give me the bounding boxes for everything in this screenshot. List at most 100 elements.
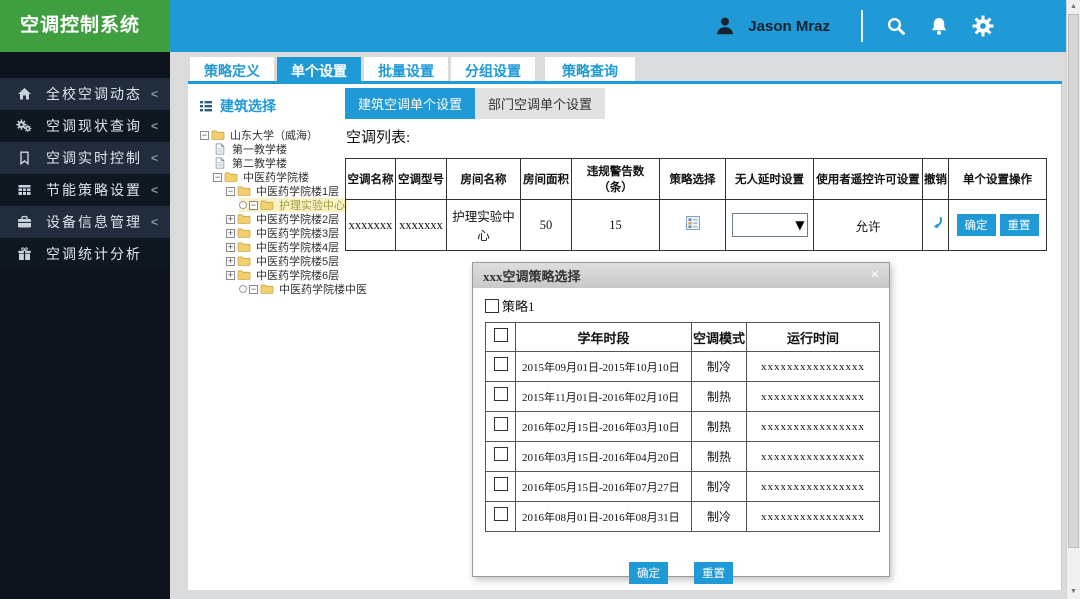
- policy1-checkbox[interactable]: [485, 298, 499, 313]
- folder-icon: [237, 241, 251, 253]
- sidebar-item-ac-statistics[interactable]: 空调统计分析: [0, 238, 170, 270]
- modal-reset-button[interactable]: 重置: [694, 562, 733, 584]
- modal-buttons: 确定 重置: [473, 562, 889, 584]
- policy-row-checkbox[interactable]: [493, 417, 508, 431]
- tree-node-9[interactable]: + 中医药学院楼5层: [226, 254, 361, 268]
- sidebar-item-device-info-management[interactable]: 设备信息管理 <: [0, 206, 170, 238]
- tree-node-6[interactable]: + 中医药学院楼2层: [226, 212, 361, 226]
- sidebar-item-label: 空调现状查询: [46, 118, 142, 134]
- list-icon: [198, 98, 214, 114]
- username: Jason Mraz: [748, 17, 830, 35]
- collapse-icon[interactable]: −: [213, 172, 222, 182]
- ac-room-cell: 护理实验中心: [446, 199, 521, 251]
- policy-row-3: 2016年03月15日-2016年04月20日 制热 xxxxxxxxxxxxxxx…: [485, 441, 880, 472]
- policy-mode-cell: 制热: [691, 411, 747, 442]
- policy-row-checkbox[interactable]: [493, 477, 508, 491]
- folder-icon: [237, 255, 251, 267]
- gear-icon[interactable]: [972, 15, 994, 37]
- file-icon: [213, 157, 227, 169]
- select-all-checkbox[interactable]: [493, 328, 508, 342]
- ac-col-header: 单个设置操作: [948, 158, 1047, 200]
- collapse-icon[interactable]: −: [249, 284, 258, 294]
- table-icon: [16, 182, 33, 198]
- ac-col-header: 策略选择: [659, 158, 726, 200]
- tree-node-8[interactable]: + 中医药学院楼4层: [226, 240, 361, 254]
- policy-row-checkbox[interactable]: [493, 507, 508, 521]
- expand-icon[interactable]: +: [226, 228, 235, 238]
- policy-mode-cell: 制热: [691, 441, 747, 472]
- delay-select[interactable]: ▼: [731, 213, 808, 237]
- tree-node-0[interactable]: − 山东大学（威海）: [200, 128, 361, 142]
- chevron-left-icon: <: [150, 215, 158, 229]
- tree-node-1[interactable]: 第一教学楼: [213, 142, 361, 156]
- modal-confirm-button[interactable]: 确定: [629, 562, 668, 584]
- policy-runtime-cell: xxxxxxxxxxxxxxxx: [746, 411, 880, 442]
- bell-icon[interactable]: [929, 16, 949, 36]
- ac-col-header: 空调名称: [345, 158, 396, 200]
- tree-title: 建筑选择: [220, 98, 276, 114]
- tree-node-5[interactable]: − 护理实验中心: [239, 198, 347, 212]
- scroll-up-icon[interactable]: ▲: [1067, 0, 1080, 14]
- collapse-icon[interactable]: −: [249, 200, 258, 210]
- folder-icon: [237, 269, 251, 281]
- policy-row-checkbox-cell: [485, 411, 516, 442]
- sidebar: 全校空调动态 < 空调现状查询 < 空调实时控制 < 节能策略设置 < 设备信息管理 < 空调统计分…: [0, 52, 170, 599]
- topbar: 空调控制系统 Jason Mraz: [0, 0, 1066, 52]
- tree-node-2[interactable]: 第二教学楼: [213, 156, 361, 170]
- sidebar-item-ac-status-query[interactable]: 空调现状查询 <: [0, 110, 170, 142]
- row-confirm-button[interactable]: 确定: [956, 214, 996, 236]
- policy-select-icon[interactable]: [685, 215, 701, 231]
- tree-node-11[interactable]: − 中医药学院楼中医: [239, 282, 367, 296]
- tree-node-7[interactable]: + 中医药学院楼3层: [226, 226, 361, 240]
- tree-node-circle-icon: [239, 285, 247, 293]
- ac-col-header: 违规警告数（条）: [571, 158, 660, 200]
- policy-row-checkbox[interactable]: [493, 387, 508, 401]
- ac-table-row: xxxxxxx xxxxxxx 护理实验中心 50 15 ▼ 允许 确定 重置: [345, 199, 1047, 251]
- sidebar-item-ac-realtime-control[interactable]: 空调实时控制 <: [0, 142, 170, 174]
- sidebar-item-label: 设备信息管理: [46, 214, 142, 230]
- user-menu[interactable]: Jason Mraz: [714, 15, 830, 37]
- scroll-down-icon[interactable]: ▼: [1067, 585, 1080, 599]
- content-panel: 建筑选择 − 山东大学（威海） 第一教学楼 第二教学楼 − 中医药学院楼 − 中医药学院楼1层…: [188, 84, 1062, 590]
- policy-row-checkbox[interactable]: [493, 447, 508, 461]
- page-scrollbar[interactable]: ▲ ▼: [1066, 0, 1080, 599]
- tree-node-3[interactable]: − 中医药学院楼: [213, 170, 361, 184]
- undo-icon[interactable]: [928, 215, 944, 231]
- expand-icon[interactable]: +: [226, 242, 235, 252]
- sidebar-item-campus-ac-status[interactable]: 全校空调动态 <: [0, 78, 170, 110]
- policy-table-header-row: 学年时段 空调模式 运行时间: [485, 322, 880, 352]
- collapse-icon[interactable]: −: [200, 130, 209, 140]
- expand-icon[interactable]: +: [226, 214, 235, 224]
- search-icon[interactable]: [886, 16, 906, 36]
- chevron-left-icon: <: [150, 183, 158, 197]
- policy-row-checkbox[interactable]: [493, 357, 508, 371]
- page: 空调控制系统 Jason Mraz ▲ ▼ 全校空调动态 < 空调现状查询 < 空调实时…: [0, 0, 1080, 599]
- policy-period-cell: 2016年02月15日-2016年03月10日: [515, 411, 692, 442]
- file-icon: [213, 143, 227, 155]
- modal-header: xxx空调策略选择 ×: [473, 263, 889, 288]
- building-tree-pane: 建筑选择 − 山东大学（威海） 第一教学楼 第二教学楼 − 中医药学院楼 − 中医药学院楼1层…: [196, 94, 367, 296]
- policy-row-1: 2015年11月01日-2016年02月10日 制热 xxxxxxxxxxxxxxx…: [485, 381, 880, 412]
- tree-node-10[interactable]: + 中医药学院楼6层: [226, 268, 361, 282]
- collapse-icon[interactable]: −: [226, 186, 235, 196]
- tree-node-label: 中医药学院楼中医: [279, 284, 367, 296]
- folder-icon: [260, 199, 274, 211]
- sidebar-item-energy-policy-setting[interactable]: 节能策略设置 <: [0, 174, 170, 206]
- sidebar-item-label: 节能策略设置: [46, 182, 142, 198]
- expand-icon[interactable]: +: [226, 256, 235, 266]
- subtab-bar: 建筑空调单个设置 部门空调单个设置: [345, 88, 606, 119]
- policy1-row: 策略1: [485, 296, 889, 315]
- building-tree: − 山东大学（威海） 第一教学楼 第二教学楼 − 中医药学院楼 − 中医药学院楼1层 − 护理实验…: [196, 128, 367, 296]
- expand-icon[interactable]: +: [226, 270, 235, 280]
- subtab-building-ac-single[interactable]: 建筑空调单个设置: [345, 88, 476, 119]
- scrollbar-thumb[interactable]: [1068, 14, 1079, 548]
- ac-actions-cell: 确定 重置: [948, 199, 1047, 251]
- policy-row-checkbox-cell: [485, 351, 516, 382]
- ac-area-cell: 50: [520, 199, 572, 251]
- tree-node-4[interactable]: − 中医药学院楼1层: [226, 184, 361, 198]
- row-reset-button[interactable]: 重置: [999, 214, 1039, 236]
- header-divider: [861, 10, 863, 42]
- folder-icon: [237, 213, 251, 225]
- subtab-department-ac-single[interactable]: 部门空调单个设置: [475, 88, 606, 119]
- close-icon[interactable]: ×: [870, 268, 879, 283]
